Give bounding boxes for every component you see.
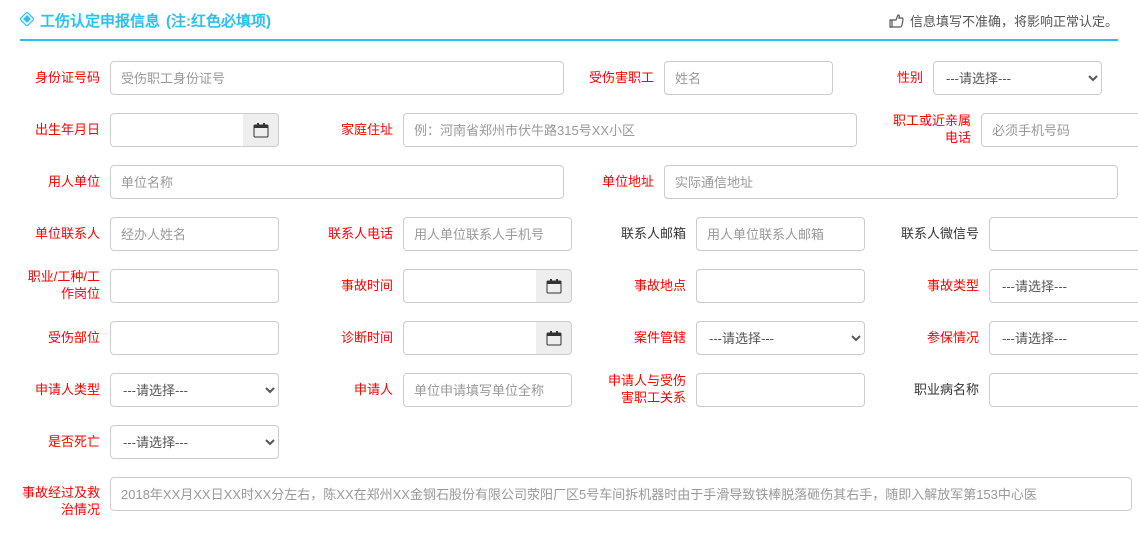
title-note: (注:红色必填项): [166, 10, 271, 31]
thumbs-up-icon: [888, 13, 904, 29]
label-diagnosis-time: 诊断时间: [313, 330, 403, 347]
calendar-icon: [546, 278, 562, 294]
disease-name-input[interactable]: [989, 373, 1138, 407]
employer-address-input[interactable]: [664, 165, 1118, 199]
panel-hint: 信息填写不准确，将影响正常认定。: [888, 11, 1118, 30]
label-employer: 用人单位: [20, 174, 110, 191]
label-is-death: 是否死亡: [20, 434, 110, 451]
case-jurisdiction-select[interactable]: ---请选择---: [696, 321, 865, 355]
label-contact-wechat: 联系人微信号: [899, 226, 989, 243]
contact-phone-input[interactable]: [403, 217, 572, 251]
diagnosis-time-input[interactable]: [403, 321, 536, 355]
injured-worker-input[interactable]: [664, 61, 833, 95]
applicant-input[interactable]: [403, 373, 572, 407]
label-applicant: 申请人: [313, 382, 403, 399]
label-contact-person: 单位联系人: [20, 226, 110, 243]
home-address-input[interactable]: [403, 113, 857, 147]
label-id-number: 身份证号码: [20, 70, 110, 87]
hint-text: 信息填写不准确，将影响正常认定。: [910, 11, 1118, 30]
birth-date-input[interactable]: [110, 113, 243, 147]
applicant-relation-input[interactable]: [696, 373, 865, 407]
panel-header: 工伤认定申报信息 (注:红色必填项) 信息填写不准确，将影响正常认定。: [20, 10, 1118, 41]
label-home-address: 家庭住址: [313, 122, 403, 139]
label-applicant-type: 申请人类型: [20, 382, 110, 399]
title-text: 工伤认定申报信息: [40, 10, 160, 31]
label-employer-address: 单位地址: [574, 174, 664, 191]
accident-location-input[interactable]: [696, 269, 865, 303]
label-birth-date: 出生年月日: [20, 122, 110, 139]
label-occupation: 职业/工种/工作岗位: [20, 269, 110, 303]
accident-type-select[interactable]: ---请选择---: [989, 269, 1138, 303]
calendar-icon: [546, 330, 562, 346]
label-relative-phone: 职工或近亲属电话: [891, 113, 981, 147]
label-injury-part: 受伤部位: [20, 330, 110, 347]
label-applicant-relation: 申请人与受伤害职工关系: [606, 373, 696, 407]
label-contact-phone: 联系人电话: [313, 226, 403, 243]
label-injured-worker: 受伤害职工: [574, 70, 664, 87]
employer-input[interactable]: [110, 165, 564, 199]
diagnosis-time-picker-button[interactable]: [536, 321, 572, 355]
label-accident-desc: 事故经过及救治情况: [20, 477, 110, 519]
relative-phone-input[interactable]: [981, 113, 1138, 147]
birth-date-picker-button[interactable]: [243, 113, 279, 147]
contact-person-input[interactable]: [110, 217, 279, 251]
injury-part-input[interactable]: [110, 321, 279, 355]
id-number-input[interactable]: [110, 61, 564, 95]
accident-desc-input[interactable]: [110, 477, 1132, 511]
diamond-icon: [20, 12, 34, 29]
label-contact-email: 联系人邮箱: [606, 226, 696, 243]
applicant-type-select[interactable]: ---请选择---: [110, 373, 279, 407]
occupation-input[interactable]: [110, 269, 279, 303]
label-insurance-status: 参保情况: [899, 330, 989, 347]
contact-email-input[interactable]: [696, 217, 865, 251]
label-disease-name: 职业病名称: [899, 382, 989, 399]
calendar-icon: [253, 122, 269, 138]
label-gender: 性别: [843, 70, 933, 87]
insurance-status-select[interactable]: ---请选择---: [989, 321, 1138, 355]
is-death-select[interactable]: ---请选择---: [110, 425, 279, 459]
label-accident-time: 事故时间: [313, 278, 403, 295]
label-accident-location: 事故地点: [606, 278, 696, 295]
accident-time-input[interactable]: [403, 269, 536, 303]
accident-time-picker-button[interactable]: [536, 269, 572, 303]
gender-select[interactable]: ---请选择---: [933, 61, 1102, 95]
label-case-jurisdiction: 案件管辖: [606, 330, 696, 347]
contact-wechat-input[interactable]: [989, 217, 1138, 251]
panel-title: 工伤认定申报信息 (注:红色必填项): [20, 10, 271, 31]
label-accident-type: 事故类型: [899, 278, 989, 295]
